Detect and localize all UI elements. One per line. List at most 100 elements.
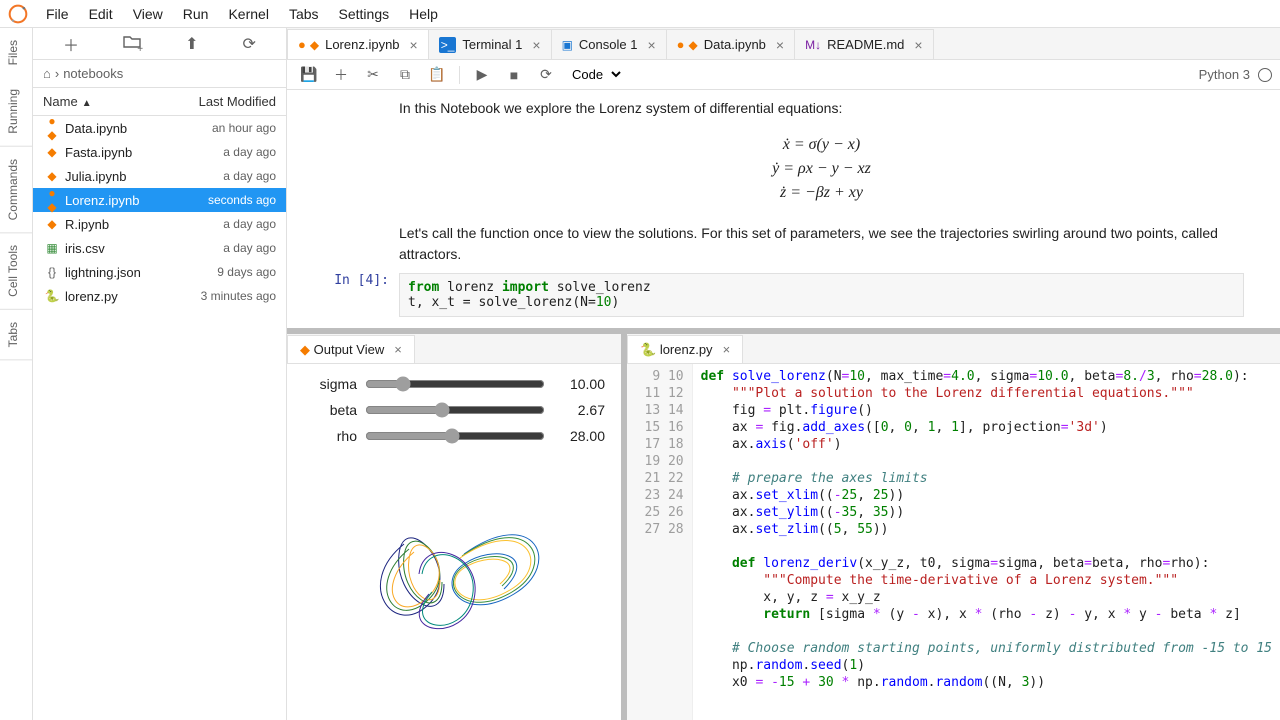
side-tab-commands[interactable]: Commands <box>0 147 32 233</box>
json-icon: {} <box>43 265 61 279</box>
new-launcher-icon[interactable]: ＋ <box>63 32 79 56</box>
close-icon[interactable]: × <box>914 37 922 53</box>
file-row[interactable]: ◆R.ipynba day ago <box>33 212 286 236</box>
close-icon[interactable]: × <box>776 37 784 53</box>
copy-icon[interactable]: ⧉ <box>391 63 419 87</box>
nb-icon: ◆ <box>43 145 61 159</box>
slider-label: beta <box>303 402 357 418</box>
lorenz-attractor-plot <box>287 474 621 654</box>
save-icon[interactable]: 💾 <box>295 63 323 87</box>
file-name: iris.csv <box>65 241 223 256</box>
slider-sigma: sigma10.00 <box>303 376 605 392</box>
csv-icon: ▦ <box>43 241 61 255</box>
side-tab-files[interactable]: Files <box>0 28 32 77</box>
menu-help[interactable]: Help <box>399 2 448 26</box>
code-cell[interactable]: In [4]: from lorenz import solve_lorenzt… <box>303 273 1264 317</box>
cell-prompt: In [4]: <box>303 273 399 317</box>
file-name: Data.ipynb <box>65 121 212 136</box>
sort-asc-icon: ▲ <box>82 98 92 109</box>
slider-label: rho <box>303 428 357 444</box>
markdown-cell[interactable]: In this Notebook we explore the Lorenz s… <box>399 98 1244 265</box>
upload-icon[interactable]: ⬆ <box>185 34 198 54</box>
cut-icon[interactable]: ✂ <box>359 63 387 87</box>
breadcrumb-folder[interactable]: notebooks <box>63 66 123 81</box>
tab-terminal-1[interactable]: >_ Terminal 1× <box>428 29 552 59</box>
slider-input[interactable] <box>365 376 545 392</box>
file-name: lightning.json <box>65 265 217 280</box>
file-name: Julia.ipynb <box>65 169 223 184</box>
restart-icon[interactable]: ⟳ <box>532 63 560 87</box>
jupyter-logo-icon <box>8 4 28 24</box>
file-browser-panel: ＋ + ⬆ ⟳ ⌂ › notebooks Name▲ Last Modifie… <box>33 28 287 720</box>
slider-value: 2.67 <box>551 402 605 418</box>
file-time: a day ago <box>223 169 276 183</box>
menu-view[interactable]: View <box>123 2 173 26</box>
slider-input[interactable] <box>365 402 545 418</box>
file-time: a day ago <box>223 145 276 159</box>
menu-kernel[interactable]: Kernel <box>218 2 278 26</box>
output-view-panel: ◆ Output View× sigma10.00 beta 2.67 rho 28.0… <box>287 334 621 720</box>
menu-file[interactable]: File <box>36 2 79 26</box>
file-row[interactable]: {} lightning.json9 days ago <box>33 260 286 284</box>
file-time: 9 days ago <box>217 265 276 279</box>
tab-data-ipynb[interactable]: ●◆ Data.ipynb× <box>666 29 795 59</box>
home-icon[interactable]: ⌂ <box>43 66 51 81</box>
slider-value: 28.00 <box>551 428 605 444</box>
equations: ẋ = σ(y − x) ẏ = ρx − y − xz ż = −βz + x… <box>399 133 1244 205</box>
file-row[interactable]: ◆ Julia.ipynba day ago <box>33 164 286 188</box>
close-icon[interactable]: × <box>410 37 418 53</box>
notebook-content: In this Notebook we explore the Lorenz s… <box>287 90 1280 328</box>
nb-icon: ● ◆ <box>43 186 61 214</box>
file-row[interactable]: ▦iris.csva day ago <box>33 236 286 260</box>
close-icon[interactable]: × <box>394 342 402 357</box>
close-icon[interactable]: × <box>647 37 655 53</box>
file-row[interactable]: ◆ Fasta.ipynba day ago <box>33 140 286 164</box>
nb-icon: ● ◆ <box>43 116 61 142</box>
file-browser-toolbar: ＋ + ⬆ ⟳ <box>33 28 286 60</box>
run-icon[interactable]: ▶ <box>468 63 496 87</box>
file-row[interactable]: 🐍lorenz.py3 minutes ago <box>33 284 286 308</box>
tab-console-1[interactable]: ▣ Console 1× <box>551 29 667 59</box>
refresh-icon[interactable]: ⟳ <box>243 34 256 54</box>
notebook-toolbar: 💾 ＋ ✂ ⧉ 📋 ▶ ■ ⟳ Code Python 3 <box>287 60 1280 90</box>
new-folder-icon[interactable]: + <box>123 34 141 53</box>
editor-tab[interactable]: 🐍 lorenz.py× <box>627 335 743 363</box>
paste-icon[interactable]: 📋 <box>423 63 451 87</box>
file-row[interactable]: ● ◆Data.ipynban hour ago <box>33 116 286 140</box>
code-editor[interactable]: 9 10 11 12 13 14 15 16 17 18 19 20 21 22… <box>627 364 1280 720</box>
file-time: 3 minutes ago <box>201 289 276 303</box>
side-tab-running[interactable]: Running <box>0 77 32 147</box>
menu-run[interactable]: Run <box>173 2 219 26</box>
file-list: ● ◆Data.ipynban hour ago ◆Fasta.ipynba d… <box>33 116 286 720</box>
editor-panel: 🐍 lorenz.py× 9 10 11 12 13 14 15 16 17 1… <box>627 334 1280 720</box>
file-name: Fasta.ipynb <box>65 145 223 160</box>
add-cell-icon[interactable]: ＋ <box>327 63 355 87</box>
file-row[interactable]: ● ◆Lorenz.ipynbseconds ago <box>33 188 286 212</box>
kernel-status-icon <box>1258 68 1272 82</box>
slider-rho: rho 28.00 <box>303 428 605 444</box>
file-time: seconds ago <box>208 193 276 207</box>
close-icon[interactable]: × <box>723 342 731 357</box>
cell-type-select[interactable]: Code <box>564 64 624 85</box>
file-list-header[interactable]: Name▲ Last Modified <box>33 88 286 116</box>
breadcrumb[interactable]: ⌂ › notebooks <box>33 60 286 88</box>
slider-label: sigma <box>303 376 357 392</box>
kernel-indicator[interactable]: Python 3 <box>1199 67 1272 82</box>
tab-lorenz-ipynb[interactable]: ●◆ Lorenz.ipynb× <box>287 29 429 59</box>
left-side-tabs: FilesRunningCommandsCell ToolsTabs <box>0 28 33 720</box>
side-tab-tabs[interactable]: Tabs <box>0 310 32 360</box>
nb-icon: ◆ <box>43 217 61 231</box>
nb-icon: ◆ <box>43 169 61 183</box>
file-time: a day ago <box>223 217 276 231</box>
side-tab-cell-tools[interactable]: Cell Tools <box>0 233 32 310</box>
menu-tabs[interactable]: Tabs <box>279 2 329 26</box>
menu-settings[interactable]: Settings <box>329 2 400 26</box>
output-view-tab[interactable]: ◆ Output View× <box>287 335 415 363</box>
tab-readme-md[interactable]: M↓ README.md× <box>794 29 933 59</box>
py-icon: 🐍 <box>43 289 61 303</box>
menu-edit[interactable]: Edit <box>79 2 123 26</box>
close-icon[interactable]: × <box>532 37 540 53</box>
slider-input[interactable] <box>365 428 545 444</box>
stop-icon[interactable]: ■ <box>500 63 528 87</box>
slider-widgets: sigma10.00 beta 2.67 rho 28.00 <box>287 364 621 466</box>
